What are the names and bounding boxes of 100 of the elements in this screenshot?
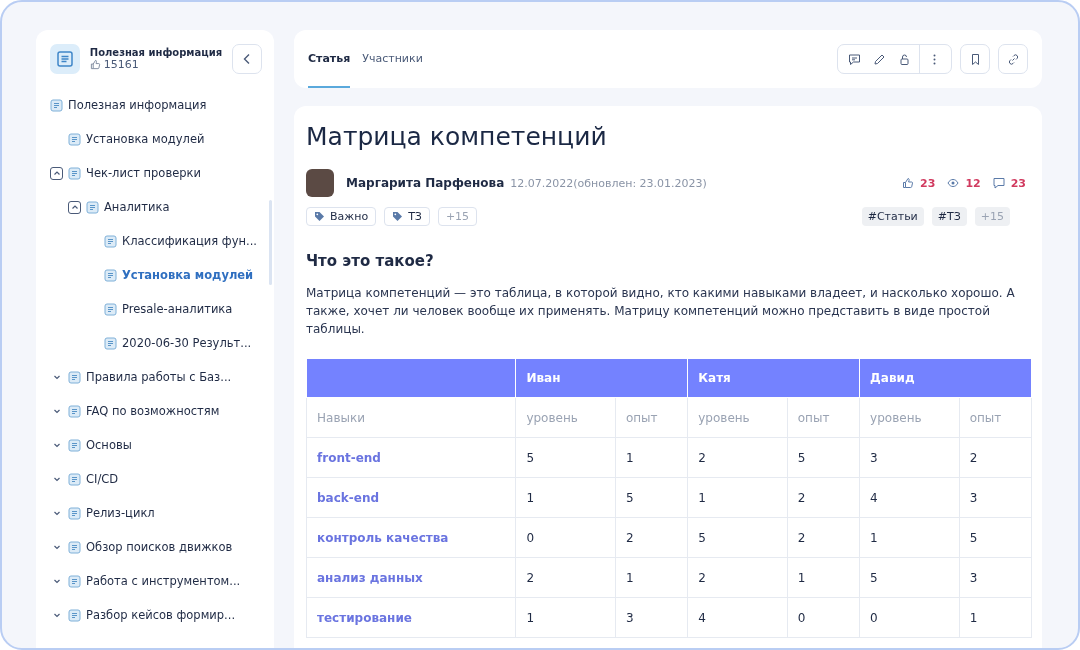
- thumbs-up-icon: [89, 59, 101, 70]
- table-cell: 2: [787, 477, 860, 518]
- skill-link[interactable]: тестирование: [306, 597, 516, 638]
- table-cell: 1: [615, 557, 688, 598]
- document-icon: [68, 438, 81, 452]
- collapse-icon[interactable]: [50, 166, 63, 180]
- thumbs-up-icon: [902, 177, 915, 189]
- header-cell: Давид: [859, 358, 1032, 398]
- tab[interactable]: Участники: [362, 30, 423, 88]
- table-cell: 2: [615, 517, 688, 558]
- link-icon: [1006, 52, 1020, 66]
- table-cell: 1: [859, 517, 960, 558]
- scrollbar[interactable]: [269, 200, 272, 285]
- table-cell: 0: [859, 597, 960, 638]
- document-icon: [68, 132, 81, 146]
- document-icon: [104, 268, 117, 282]
- tree-item[interactable]: Полезная информация: [68, 98, 207, 112]
- avatar: [306, 169, 334, 197]
- table-cell: 4: [687, 597, 788, 638]
- space-title: Полезная информация: [89, 47, 223, 58]
- table-cell: 5: [687, 517, 788, 558]
- table-cell: 3: [615, 597, 688, 638]
- views-count: 12: [965, 176, 981, 190]
- tree-item[interactable]: Presale-аналитика: [122, 302, 233, 316]
- tree-item[interactable]: Правила работы с Баз...: [86, 370, 232, 384]
- collapse-icon[interactable]: [68, 200, 81, 214]
- header-cell: Катя: [687, 358, 860, 398]
- skill-link[interactable]: контроль качества: [306, 517, 516, 558]
- article-title: Матрица компетенций: [306, 122, 608, 151]
- tree-item[interactable]: Разбор кейсов формир...: [86, 608, 236, 622]
- column-header: уровень: [515, 397, 616, 438]
- tree-item[interactable]: Релиз-цикл: [86, 506, 155, 520]
- tree-item[interactable]: FAQ по возможностям: [86, 404, 220, 418]
- label-tag[interactable]: ТЗ: [384, 207, 430, 226]
- table-cell: 5: [787, 437, 860, 478]
- tree-item[interactable]: Чек-лист проверки: [86, 166, 201, 180]
- document-icon: [104, 302, 117, 316]
- table-cell: 2: [959, 437, 1032, 478]
- eye-icon: [947, 177, 960, 189]
- table-cell: 5: [859, 557, 960, 598]
- document-icon: [68, 574, 81, 588]
- document-icon: [68, 370, 81, 384]
- header-cell: Иван: [515, 358, 688, 398]
- section-heading: Что это такое?: [306, 252, 435, 270]
- table-cell: 1: [787, 557, 860, 598]
- table-cell: 0: [515, 517, 616, 558]
- tree-item[interactable]: Установка модулей: [86, 132, 205, 146]
- table-cell: 1: [959, 597, 1032, 638]
- table-cell: 3: [959, 477, 1032, 518]
- article-date: 12.07.2022(обновлен: 23.01.2023): [510, 176, 707, 190]
- label-tag[interactable]: Важно: [306, 207, 377, 226]
- skill-link[interactable]: front-end: [306, 437, 516, 478]
- column-header: Навыки: [306, 397, 516, 438]
- column-header: уровень: [687, 397, 788, 438]
- table-cell: 2: [515, 557, 616, 598]
- column-header: опыт: [787, 397, 860, 438]
- skill-link[interactable]: анализ данных: [306, 557, 516, 598]
- tree-item[interactable]: Аналитика: [104, 200, 170, 214]
- document-icon: [50, 98, 63, 112]
- document-icon: [68, 404, 81, 418]
- tree-item[interactable]: CI/CD: [86, 472, 119, 486]
- tree-item[interactable]: Установка модулей: [122, 268, 254, 282]
- tag-icon: [392, 211, 404, 222]
- tree-item[interactable]: Классификация фун...: [122, 234, 257, 248]
- comments-count: 23: [1010, 176, 1026, 190]
- document-icon: [68, 472, 81, 486]
- hashtag[interactable]: #ТЗ: [931, 207, 967, 226]
- table-cell: 4: [859, 477, 960, 518]
- tree-item[interactable]: Основы: [86, 438, 132, 452]
- document-icon: [68, 166, 81, 180]
- tree-item[interactable]: Обзор поисков движков: [86, 540, 233, 554]
- comment-icon: [992, 177, 1005, 189]
- table-cell: 2: [787, 517, 860, 558]
- table-cell: 1: [515, 597, 616, 638]
- author-name[interactable]: Маргарита Парфенова: [346, 176, 505, 190]
- tree-item[interactable]: Работа с инструментом...: [86, 574, 241, 588]
- table-cell: 3: [859, 437, 960, 478]
- document-icon: [104, 234, 117, 248]
- document-icon: [68, 506, 81, 520]
- skill-link[interactable]: back-end: [306, 477, 516, 518]
- table-cell: 2: [687, 557, 788, 598]
- document-icon: [68, 608, 81, 622]
- table-cell: 1: [687, 477, 788, 518]
- document-icon: [104, 336, 117, 350]
- table-cell: 5: [615, 477, 688, 518]
- hashtag[interactable]: #Статьи: [861, 207, 924, 226]
- table-cell: 5: [959, 517, 1032, 558]
- likes-count: 23: [920, 176, 936, 190]
- table-cell: 0: [787, 597, 860, 638]
- likes-count: 15161: [103, 58, 139, 71]
- table-cell: 1: [515, 477, 616, 518]
- tab[interactable]: Статья: [308, 30, 351, 88]
- paragraph: Матрица компетенций — это таблица, в которой видно, кто какими навыками владеет, и насколько хорошо. А также, хочет ли человек вообще их применять. Матрицу компетенций можно представить в виде простой таблицы.: [306, 285, 1016, 338]
- column-header: опыт: [959, 397, 1032, 438]
- table-cell: 2: [687, 437, 788, 478]
- column-header: уровень: [859, 397, 960, 438]
- tag-icon: [314, 211, 325, 222]
- bookmark-button[interactable]: [960, 44, 990, 74]
- tree-item[interactable]: 2020-06-30 Результ...: [122, 336, 252, 350]
- table-cell: 3: [959, 557, 1032, 598]
